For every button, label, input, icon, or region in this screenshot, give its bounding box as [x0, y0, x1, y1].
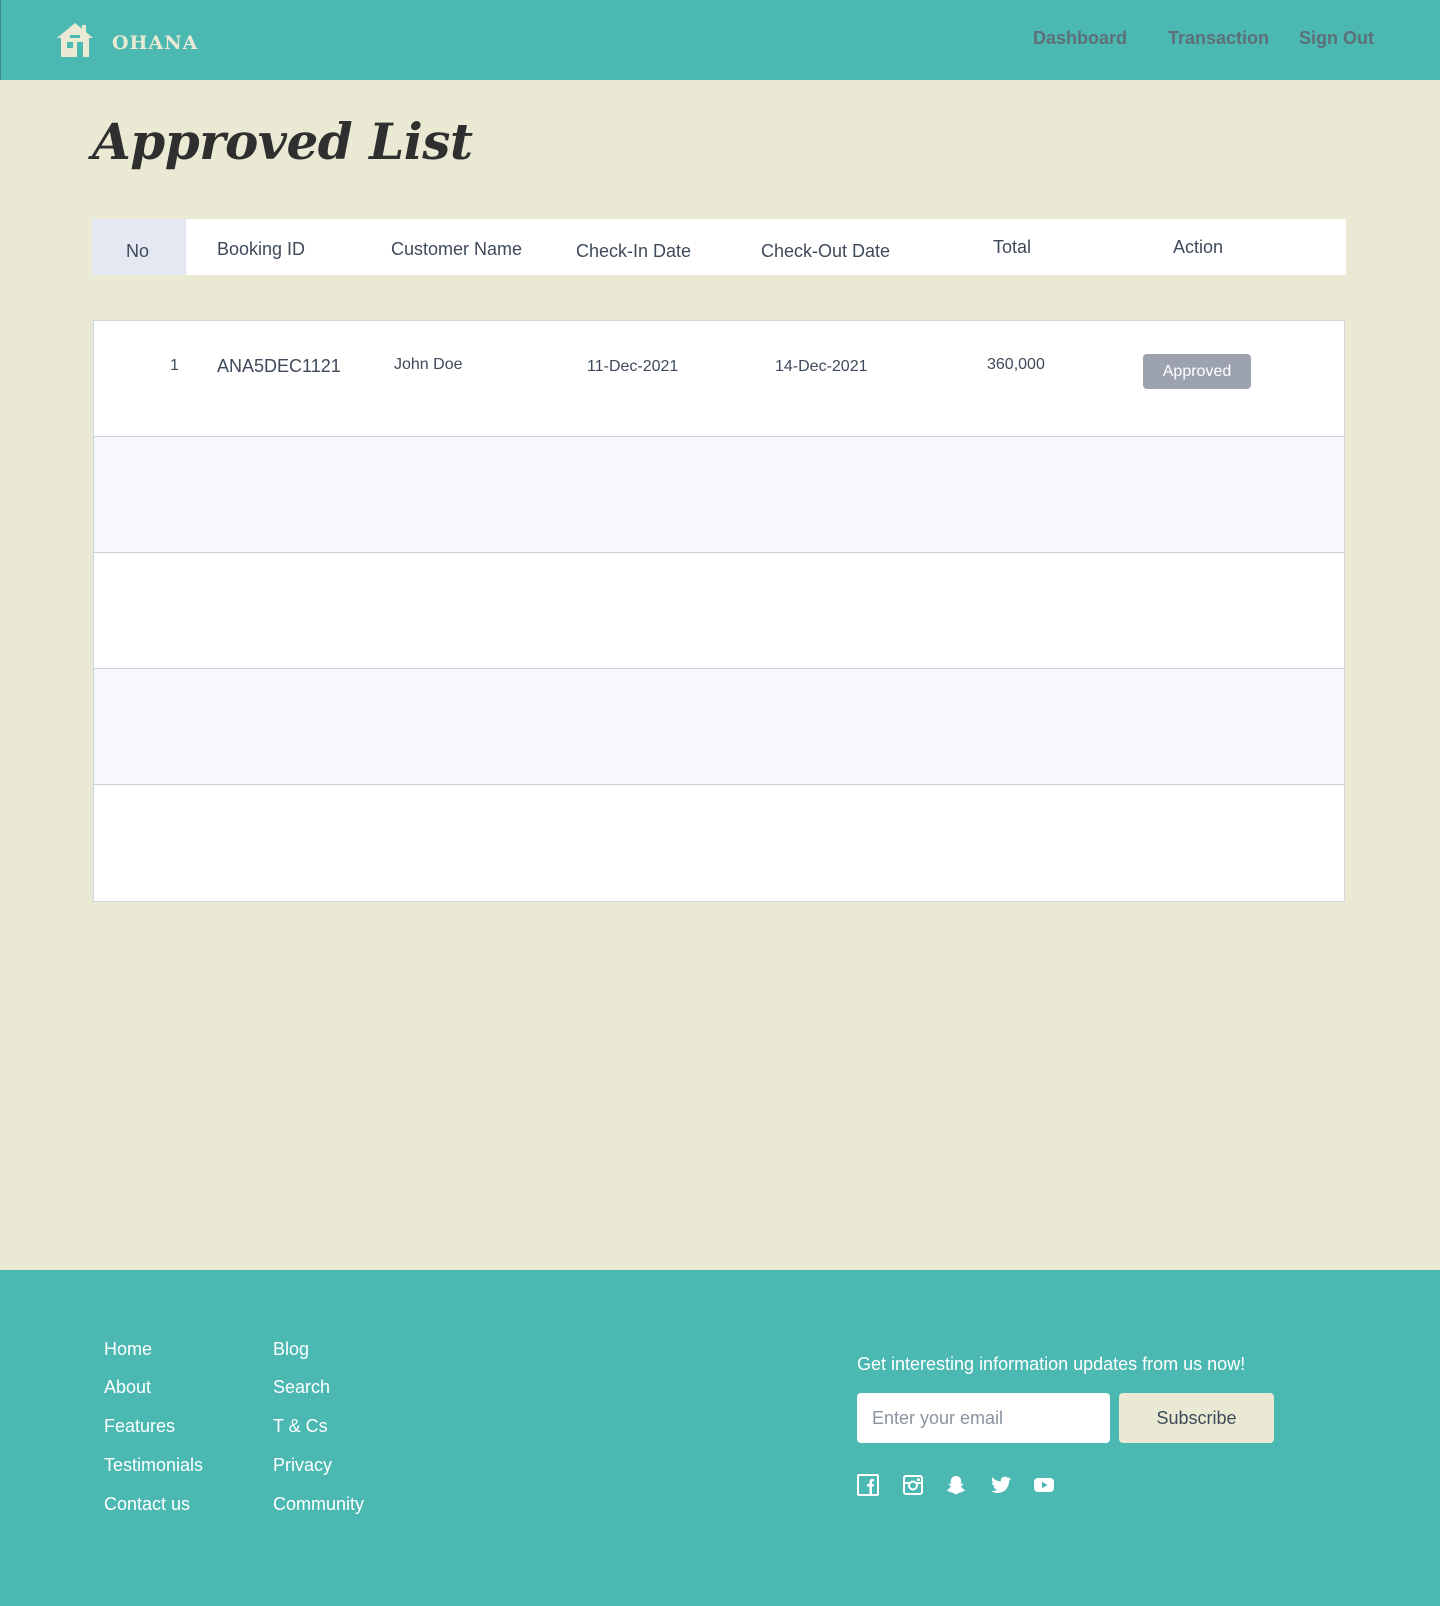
table-row-empty	[94, 669, 1344, 785]
table-row: 1 ANA5DEC1121 John Doe 11-Dec-2021 14-De…	[94, 321, 1344, 437]
column-header-check-in: Check-In Date	[576, 241, 692, 261]
footer-link-contact[interactable]: Contact us	[104, 1494, 190, 1515]
footer: Home About Features Testimonials Contact…	[0, 1270, 1440, 1606]
footer-link-about[interactable]: About	[104, 1377, 151, 1398]
column-header-no: No	[126, 241, 150, 261]
instagram-icon[interactable]	[902, 1474, 924, 1496]
email-input[interactable]	[857, 1393, 1110, 1443]
page-title: Approved List	[92, 112, 473, 171]
footer-link-search[interactable]: Search	[273, 1377, 330, 1398]
nav-sign-out[interactable]: Sign Out	[1299, 28, 1374, 49]
column-header-booking-id: Booking ID	[217, 239, 306, 259]
newsletter-text: Get interesting information updates from…	[857, 1354, 1246, 1374]
twitter-icon[interactable]	[990, 1474, 1012, 1496]
snapchat-icon[interactable]	[945, 1474, 967, 1496]
footer-link-community[interactable]: Community	[273, 1494, 364, 1515]
table-row-empty	[94, 785, 1344, 901]
column-header-total: Total	[993, 237, 1032, 257]
footer-link-home[interactable]: Home	[104, 1339, 152, 1360]
cell-no: 1	[170, 357, 179, 374]
table-header: No Booking ID Customer Name Check-In Dat…	[92, 219, 1346, 275]
top-navbar: OHANA Dashboard Transaction Sign Out	[0, 0, 1440, 80]
footer-link-testimonials[interactable]: Testimonials	[104, 1455, 203, 1476]
column-header-check-out: Check-Out Date	[761, 241, 891, 261]
table-row-empty	[94, 553, 1344, 669]
footer-link-blog[interactable]: Blog	[273, 1339, 309, 1360]
cell-booking-id: ANA5DEC1121	[217, 356, 341, 376]
cell-check-in: 11-Dec-2021	[587, 358, 679, 375]
cell-check-out: 14-Dec-2021	[775, 358, 868, 375]
table-body: 1 ANA5DEC1121 John Doe 11-Dec-2021 14-De…	[93, 320, 1345, 902]
facebook-icon[interactable]	[857, 1474, 879, 1496]
footer-link-features[interactable]: Features	[104, 1416, 175, 1437]
cell-total: 360,000	[987, 356, 1045, 373]
footer-link-privacy[interactable]: Privacy	[273, 1455, 332, 1476]
brand[interactable]: OHANA	[55, 20, 198, 65]
column-header-action: Action	[1173, 237, 1224, 257]
youtube-icon[interactable]	[1033, 1474, 1055, 1496]
column-header-customer-name: Customer Name	[391, 239, 523, 259]
footer-link-terms[interactable]: T & Cs	[273, 1416, 328, 1437]
subscribe-button[interactable]: Subscribe	[1119, 1393, 1274, 1443]
nav-transaction[interactable]: Transaction	[1168, 28, 1269, 49]
approved-status-button[interactable]: Approved	[1143, 354, 1251, 389]
brand-name: OHANA	[112, 31, 199, 54]
home-logo-icon	[55, 20, 95, 65]
table-row-empty	[94, 437, 1344, 553]
cell-customer-name: John Doe	[394, 356, 463, 373]
nav-dashboard[interactable]: Dashboard	[1033, 28, 1127, 49]
